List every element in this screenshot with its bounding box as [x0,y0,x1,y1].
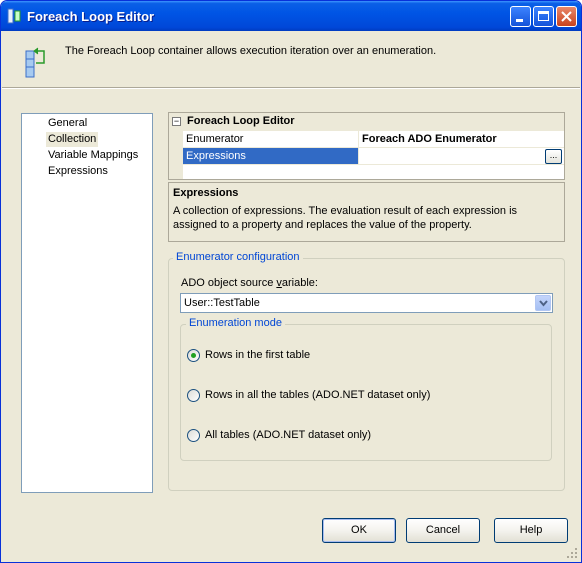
grid-row-name: Enumerator [183,131,359,147]
ado-source-value: User::TestTable [184,297,260,309]
window-title: Foreach Loop Editor [27,9,155,24]
close-button[interactable] [556,6,577,27]
nav-item-general[interactable]: General [46,116,89,131]
radio-button[interactable] [187,349,200,362]
nav-item-variable-mappings[interactable]: Variable Mappings [46,148,140,163]
grid-category-label: Foreach Loop Editor [187,115,295,127]
ok-button[interactable]: OK [322,518,396,543]
ellipsis-button[interactable]: ... [545,149,562,164]
cancel-button[interactable]: Cancel [406,518,480,543]
help-button[interactable]: Help [494,518,568,543]
dropdown-button[interactable] [535,295,551,311]
maximize-button[interactable] [533,6,554,27]
header-separator [2,87,580,89]
enumeration-mode-label: Enumeration mode [186,317,285,329]
radio-label: All tables (ADO.NET dataset only) [205,429,372,441]
dialog-window: Foreach Loop Editor The Foreach Loop con… [0,0,582,563]
header-description: The Foreach Loop container allows execut… [65,45,437,57]
ado-source-label: ADO object source variable: [181,277,318,289]
grid-row-expressions[interactable]: Expressions ... [183,148,564,165]
radio-label: Rows in all the tables (ADO.NET dataset … [205,389,431,401]
description-title: Expressions [173,187,239,199]
page-navigation-list: General Collection Variable Mappings Exp… [21,113,153,493]
foreach-loop-icon [7,8,21,24]
grid-row-enumerator[interactable]: Enumerator Foreach ADO Enumerator [183,131,564,148]
collapse-icon[interactable]: − [172,117,181,126]
chevron-down-icon [539,300,548,307]
nav-item-collection[interactable]: Collection [46,132,99,147]
resize-grip-icon[interactable] [566,547,578,559]
minimize-button[interactable] [510,6,531,27]
grid-row-value[interactable]: Foreach ADO Enumerator [360,131,564,147]
enumerator-configuration-label: Enumerator configuration [173,251,303,263]
radio-label: Rows in the first table [205,349,311,361]
grid-category-header[interactable]: − Foreach Loop Editor [169,113,564,131]
foreach-container-icon [25,47,45,78]
ado-source-variable-select[interactable]: User::TestTable [180,293,553,313]
nav-item-expressions[interactable]: Expressions [46,164,110,179]
radio-button[interactable] [187,389,200,402]
title-bar[interactable]: Foreach Loop Editor [1,1,581,31]
grid-row-name: Expressions [183,148,359,164]
property-grid: − Foreach Loop Editor Enumerator Foreach… [168,112,565,180]
close-icon [561,11,572,22]
minimize-icon [516,19,523,22]
maximize-icon [538,11,549,21]
property-description-panel: Expressions A collection of expressions.… [168,182,565,242]
radio-button[interactable] [187,429,200,442]
description-text: A collection of expressions. The evaluat… [173,205,518,231]
grid-row-value[interactable] [360,148,564,164]
header-area: The Foreach Loop container allows execut… [2,31,580,87]
grid-margin [169,131,183,179]
